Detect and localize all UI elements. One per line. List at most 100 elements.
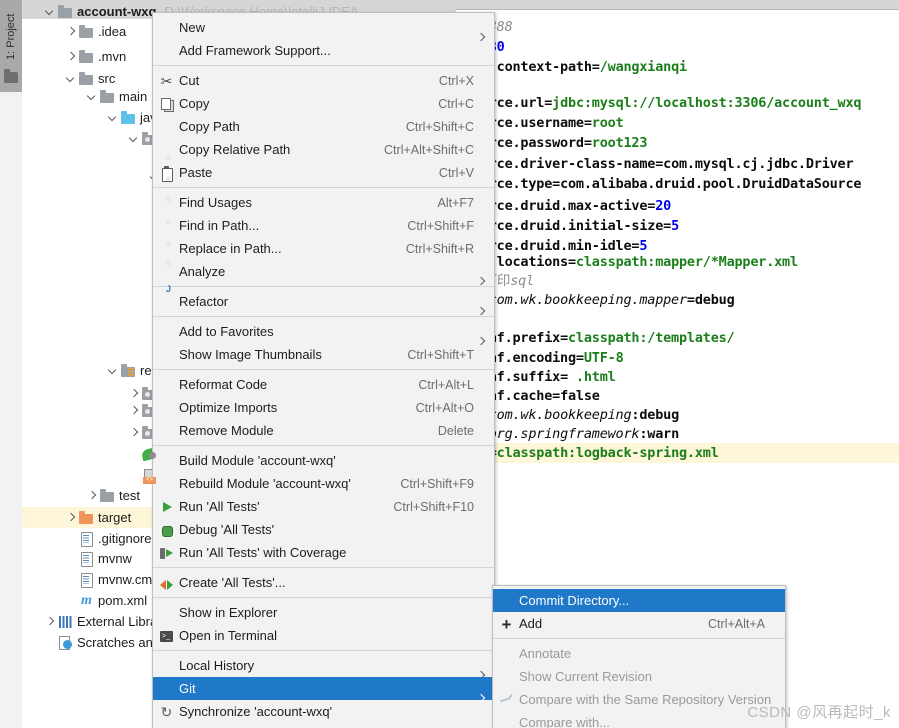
- chevron-right-icon[interactable]: [44, 615, 57, 628]
- menu-item-label: Copy Path: [179, 119, 240, 134]
- menu-item-new[interactable]: New: [153, 16, 494, 39]
- maven-file-icon: m: [81, 593, 92, 608]
- menu-separator: [153, 286, 494, 287]
- module-folder-icon: [57, 4, 74, 19]
- project-tool-button[interactable]: 1: Project: [0, 0, 22, 92]
- menu-icon-slot: [153, 118, 179, 136]
- chevron-down-icon[interactable]: [65, 72, 78, 85]
- editor-tab-bar[interactable]: [455, 0, 899, 10]
- menu-item-synchronize-account-wxq[interactable]: ↻ Synchronize 'account-wxq': [153, 700, 494, 723]
- menu-item-show-in-explorer[interactable]: Show in Explorer: [153, 601, 494, 624]
- menu-separator: [153, 316, 494, 317]
- menu-item-add-to-favorites[interactable]: Add to Favorites: [153, 320, 494, 343]
- code-token: jdbc:mysql://localhost:3306/account_wxq: [552, 95, 862, 111]
- code-token: =: [591, 59, 600, 75]
- menu-item-find-in-path[interactable]: Find in Path... Ctrl+Shift+F: [153, 214, 494, 237]
- chevron-right-icon[interactable]: [65, 25, 78, 38]
- project-tool-label: 1: Project: [5, 13, 17, 61]
- ide-window: 1: Project account-wxq D:\Workspace Home…: [0, 0, 899, 728]
- menu-item-edit-scopes[interactable]: Edit Scopes...: [153, 723, 494, 728]
- copy-icon: [153, 95, 179, 113]
- menu-item-run-all-tests[interactable]: Run 'All Tests' Ctrl+Shift+F10: [153, 495, 494, 518]
- code-line: asource.driver-class-name=com.mysql.cj.j…: [457, 154, 854, 174]
- tree-item-label: test: [119, 488, 140, 503]
- libraries-icon: [57, 614, 74, 629]
- menu-item-paste[interactable]: Paste Ctrl+V: [153, 161, 494, 184]
- code-token: debug: [694, 292, 735, 308]
- tree-root-label: account-wxq: [77, 4, 157, 19]
- context-menu[interactable]: New Add Framework Support... ✂ Cut Ctrl+X Cop…: [152, 12, 495, 728]
- git-menu-item-add[interactable]: + Add Ctrl+Alt+A: [493, 612, 785, 635]
- chevron-down-icon[interactable]: [44, 5, 57, 18]
- menu-separator: [153, 567, 494, 568]
- menu-item-refactor[interactable]: Refactor: [153, 290, 494, 313]
- chevron-right-icon[interactable]: [128, 426, 141, 439]
- menu-item-reformat-code[interactable]: Reformat Code Ctrl+Alt+L: [153, 373, 494, 396]
- menu-item-git[interactable]: Git: [153, 677, 494, 700]
- tree-item-label: .mvn: [98, 49, 127, 64]
- menu-item-run-all-tests-with-coverage[interactable]: Run 'All Tests' with Coverage: [153, 541, 494, 564]
- menu-item-label: Open in Terminal: [179, 628, 278, 643]
- menu-icon-slot: [153, 680, 179, 698]
- code-line: meleaf.prefix=classpath:/templates/: [457, 328, 735, 348]
- menu-item-remove-module[interactable]: Remove Module Delete: [153, 419, 494, 442]
- chevron-right-icon[interactable]: [65, 50, 78, 63]
- menu-item-analyze[interactable]: Analyze: [153, 260, 494, 283]
- menu-item-shortcut: Ctrl+Shift+F: [407, 218, 474, 233]
- git-submenu[interactable]: Commit Directory... + Add Ctrl+Alt+A Annotat…: [492, 585, 786, 728]
- menu-icon-slot: [153, 19, 179, 37]
- menu-icon-slot: [493, 668, 519, 686]
- code-token: =: [568, 254, 576, 270]
- menu-item-copy[interactable]: Copy Ctrl+C: [153, 92, 494, 115]
- menu-icon-slot: [493, 714, 519, 728]
- sync-icon: ↻: [160, 703, 173, 720]
- chevron-down-icon[interactable]: [128, 132, 141, 145]
- menu-item-replace-in-path[interactable]: Replace in Path... Ctrl+Shift+R: [153, 237, 494, 260]
- chevron-right-icon[interactable]: [86, 489, 99, 502]
- menu-icon-slot: [153, 194, 179, 212]
- code-token: com.wk.bookkeeping.mapper: [488, 292, 687, 308]
- menu-item-add-framework-support[interactable]: Add Framework Support...: [153, 39, 494, 62]
- menu-icon-slot: [153, 217, 179, 235]
- menu-item-label: Replace in Path...: [179, 241, 282, 256]
- menu-item-show-image-thumbnails[interactable]: Show Image Thumbnails Ctrl+Shift+T: [153, 343, 494, 366]
- menu-separator: [153, 65, 494, 66]
- plus-icon: +: [501, 614, 512, 634]
- menu-icon-slot: [153, 422, 179, 440]
- menu-item-optimize-imports[interactable]: Optimize Imports Ctrl+Alt+O: [153, 396, 494, 419]
- menu-separator: [153, 187, 494, 188]
- code-token: =: [583, 135, 592, 151]
- menu-item-label: Refactor: [179, 294, 229, 309]
- git-menu-item-commit-directory[interactable]: Commit Directory...: [493, 589, 785, 612]
- chevron-down-icon[interactable]: [107, 364, 120, 377]
- chevron-right-icon[interactable]: [128, 404, 141, 417]
- git-menu-item-show-current-revision: Show Current Revision: [493, 665, 785, 688]
- menu-item-find-usages[interactable]: Find Usages Alt+F7: [153, 191, 494, 214]
- tree-item-label: .idea: [98, 24, 127, 39]
- menu-item-build-module-account-wxq[interactable]: Build Module 'account-wxq': [153, 449, 494, 472]
- chevron-down-icon[interactable]: [107, 111, 120, 124]
- run-icon: [153, 498, 179, 516]
- menu-item-debug-all-tests[interactable]: Debug 'All Tests': [153, 518, 494, 541]
- chevron-down-icon[interactable]: [86, 90, 99, 103]
- code-token: =: [583, 115, 592, 131]
- menu-icon-slot: [153, 399, 179, 417]
- menu-icon-slot: [153, 42, 179, 60]
- menu-item-label: Synchronize 'account-wxq': [179, 704, 333, 719]
- menu-item-create-all-tests[interactable]: Create 'All Tests'...: [153, 571, 494, 594]
- git-menu-item-compare-with: Compare with...: [493, 711, 785, 728]
- menu-item-cut[interactable]: ✂ Cut Ctrl+X: [153, 69, 494, 92]
- code-token: .html: [575, 369, 616, 385]
- menu-item-rebuild-module-account-wxq[interactable]: Rebuild Module 'account-wxq' Ctrl+Shift+F…: [153, 472, 494, 495]
- menu-item-label: Add: [519, 616, 543, 631]
- menu-icon-slot: [493, 592, 519, 610]
- menu-item-copy-path[interactable]: Copy Path Ctrl+Shift+C: [153, 115, 494, 138]
- tree-item-label: pom.xml: [98, 593, 148, 608]
- menu-item-copy-relative-path[interactable]: Copy Relative Path Ctrl+Alt+Shift+C: [153, 138, 494, 161]
- menu-item-local-history[interactable]: Local History: [153, 654, 494, 677]
- menu-item-label: Show Image Thumbnails: [179, 347, 322, 362]
- chevron-right-icon[interactable]: [128, 387, 141, 400]
- menu-item-open-in-terminal[interactable]: >_ Open in Terminal: [153, 624, 494, 647]
- chevron-right-icon[interactable]: [65, 511, 78, 524]
